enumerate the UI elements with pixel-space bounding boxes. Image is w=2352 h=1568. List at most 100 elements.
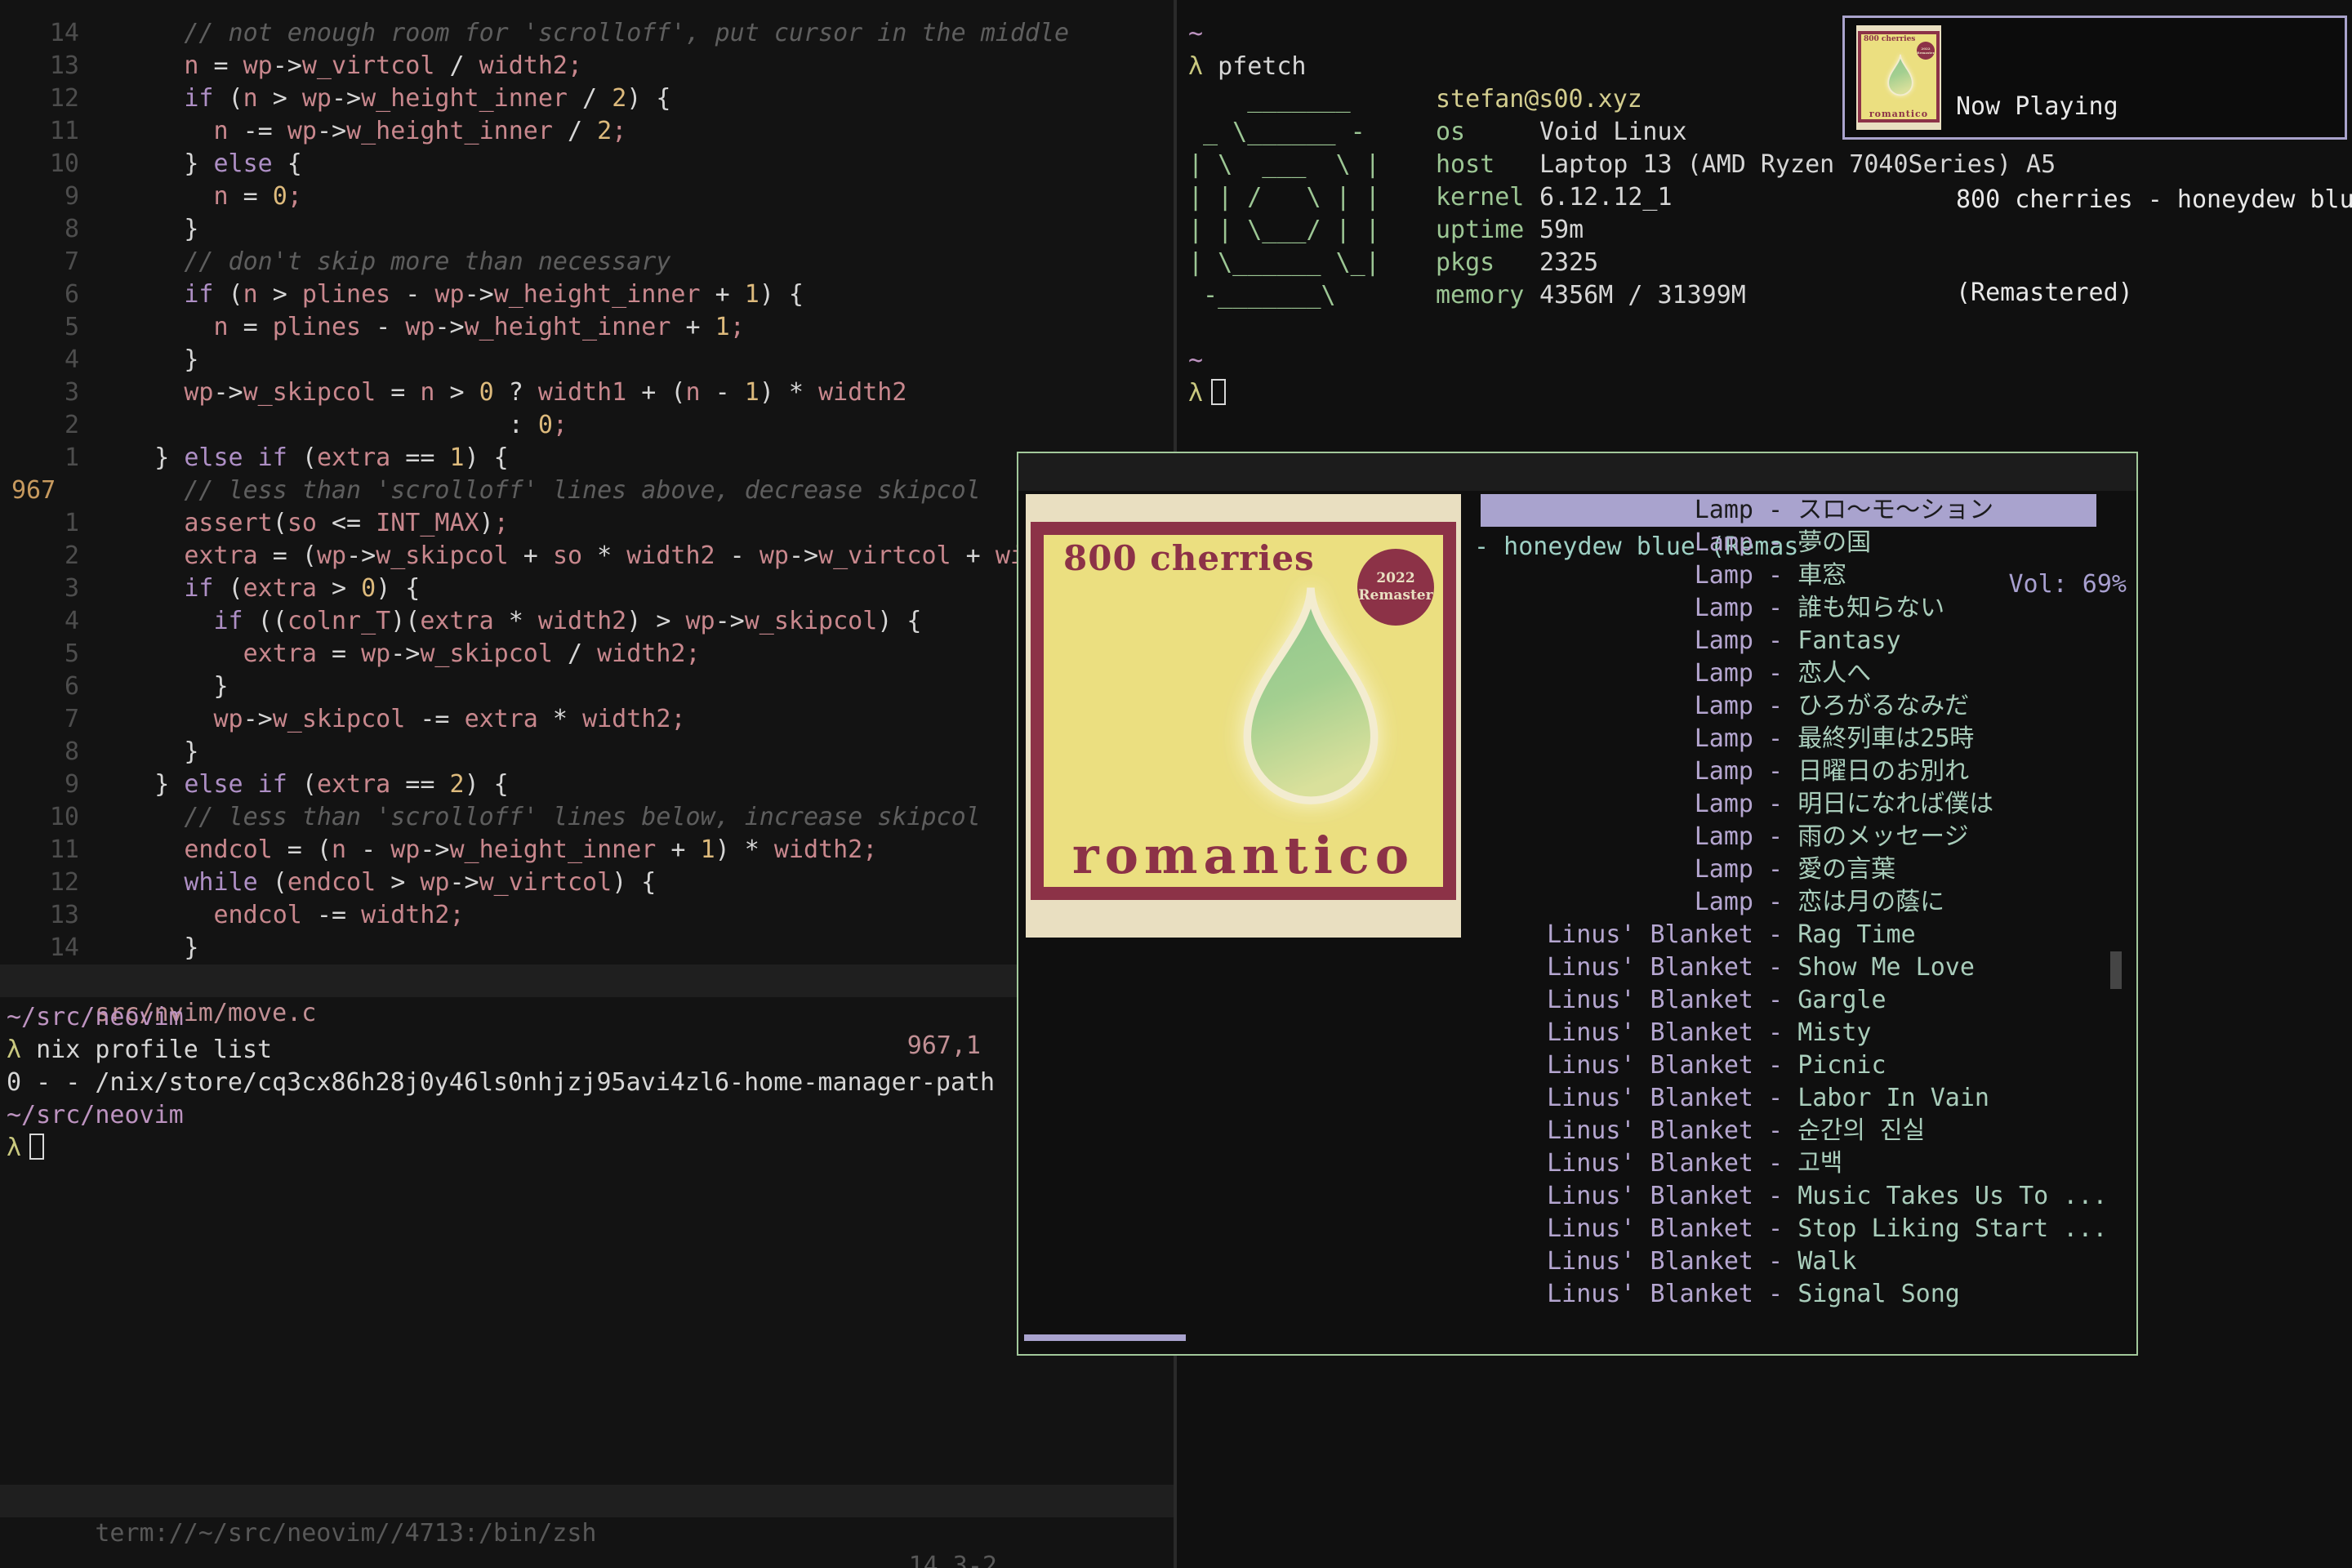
- code-line[interactable]: 4 }: [0, 344, 1174, 376]
- player-titlebar: [Playing] herries - honeydew blue (Remas…: [1018, 453, 2136, 491]
- queue-item-title: Stop Liking Start ...: [1797, 1214, 2107, 1243]
- queue-item-artist: Linus' Blanket: [1481, 1245, 1753, 1278]
- code-line[interactable]: 2 : 0;: [0, 409, 1174, 442]
- progress-bar[interactable]: [1024, 1334, 1186, 1341]
- line-number: 6: [0, 278, 96, 311]
- code-line[interactable]: 6 if (n > plines - wp->w_height_inner + …: [0, 278, 1174, 311]
- code-line[interactable]: 2 extra = (wp->w_skipcol + so * width2 -…: [0, 540, 1174, 572]
- queue-item-title: Gargle: [1797, 986, 1886, 1014]
- code-line[interactable]: 1 } else if (extra == 1) {: [0, 442, 1174, 474]
- queue-item[interactable]: Linus' Blanket - Show Me Love: [1481, 951, 2096, 984]
- line-number: 12: [0, 866, 96, 899]
- queue-item-artist: Linus' Blanket: [1481, 1115, 1753, 1147]
- terminal-line[interactable]: ~/src/neovim: [7, 1099, 995, 1132]
- code-area[interactable]: 14 // not enough room for 'scrolloff', p…: [0, 17, 1174, 964]
- code-line[interactable]: 1 assert(so <= INT_MAX);: [0, 507, 1174, 540]
- code-line[interactable]: 3 wp->w_skipcol = n > 0 ? width1 + (n - …: [0, 376, 1174, 409]
- queue-item[interactable]: Lamp - スロ〜モ〜ション: [1481, 494, 2096, 527]
- terminal-buffer[interactable]: ~/src/neovimλ nix profile list0 - - /nix…: [7, 1001, 995, 1165]
- queue-scrollbar-thumb[interactable]: [2110, 951, 2122, 989]
- queue-item[interactable]: Linus' Blanket - Gargle: [1481, 984, 2096, 1017]
- queue-item-title: Fantasy: [1797, 626, 1900, 655]
- shell-prompt[interactable]: λ: [1188, 377, 1226, 410]
- queue-item-title: 夢の国: [1797, 528, 1871, 557]
- queue-item[interactable]: Lamp - 車窓: [1481, 559, 2096, 592]
- queue-item[interactable]: Lamp - 愛の言葉: [1481, 853, 2096, 886]
- code-line[interactable]: 8 }: [0, 213, 1174, 246]
- notification-song-suffix: (Remastered): [1956, 278, 2352, 309]
- notification-album-thumbnail: 800 cherries 2022 Remaster: [1856, 25, 1941, 130]
- queue-item-artist: Lamp: [1481, 625, 1753, 657]
- queue-item[interactable]: Linus' Blanket - 고백: [1481, 1147, 2096, 1180]
- queue-item[interactable]: Lamp - 恋は月の蔭に: [1481, 886, 2096, 919]
- code-line[interactable]: 11 n -= wp->w_height_inner / 2;: [0, 115, 1174, 148]
- line-number: 7: [0, 246, 96, 278]
- queue-item[interactable]: Linus' Blanket - Labor In Vain: [1481, 1082, 2096, 1115]
- code-line[interactable]: 7 // don't skip more than necessary: [0, 246, 1174, 278]
- queue-item[interactable]: Lamp - 夢の国: [1481, 527, 2096, 559]
- terminal-line[interactable]: λ nix profile list: [7, 1034, 995, 1067]
- queue-item-title: Misty: [1797, 1018, 1871, 1047]
- queue-item-artist: Linus' Blanket: [1481, 1147, 1753, 1180]
- queue-item[interactable]: Lamp - 誰も知らない: [1481, 592, 2096, 625]
- queue-item[interactable]: Linus' Blanket - Music Takes Us To ...: [1481, 1180, 2096, 1213]
- code-line[interactable]: 6 }: [0, 670, 1174, 703]
- queue-item[interactable]: Linus' Blanket - Picnic: [1481, 1049, 2096, 1082]
- now-playing-notification[interactable]: 800 cherries 2022 Remaster: [1842, 16, 2347, 140]
- queue-item[interactable]: Lamp - ひろがるなみだ: [1481, 690, 2096, 723]
- queue-item-title: Picnic: [1797, 1051, 1886, 1080]
- queue-item[interactable]: Linus' Blanket - 순간의 진실: [1481, 1115, 2096, 1147]
- queue-item[interactable]: Lamp - 最終列車は25時: [1481, 723, 2096, 755]
- terminal-cursor: [29, 1134, 44, 1160]
- queue-item-artist: Linus' Blanket: [1481, 1278, 1753, 1311]
- code-line[interactable]: 7 wp->w_skipcol -= extra * width2;: [0, 703, 1174, 736]
- queue-item[interactable]: Linus' Blanket - Stop Liking Start ...: [1481, 1213, 2096, 1245]
- queue-item-artist: Lamp: [1481, 788, 1753, 821]
- music-player-window: [Playing] herries - honeydew blue (Remas…: [1017, 452, 2138, 1356]
- code-line[interactable]: 14 // not enough room for 'scrolloff', p…: [0, 17, 1174, 50]
- code-line[interactable]: 11 endcol = (n - wp->w_height_inner + 1)…: [0, 834, 1174, 866]
- code-line[interactable]: 967 // less than 'scrolloff' lines above…: [0, 474, 1174, 507]
- queue-item-artist: Lamp: [1481, 527, 1753, 559]
- terminal-line[interactable]: 0 - - /nix/store/cq3cx86h28j0y46ls0nhjzj…: [7, 1067, 995, 1099]
- queue-item[interactable]: Linus' Blanket - Walk: [1481, 1245, 2096, 1278]
- queue-item-title: ひろがるなみだ: [1797, 692, 1969, 720]
- code-line[interactable]: 14 }: [0, 932, 1174, 964]
- queue-item-title: Signal Song: [1797, 1280, 1960, 1308]
- terminal-line[interactable]: λ: [7, 1132, 995, 1165]
- code-line[interactable]: 12 if (n > wp->w_height_inner / 2) {: [0, 82, 1174, 115]
- play-queue: Lamp - スロ〜モ〜ションLamp - 夢の国Lamp - 車窓Lamp -…: [1018, 494, 2136, 1311]
- queue-item[interactable]: Linus' Blanket - Signal Song: [1481, 1278, 2096, 1311]
- queue-item-artist: Lamp: [1481, 886, 1753, 919]
- line-number: 13: [0, 899, 96, 932]
- queue-item-title: 雨のメッセージ: [1797, 822, 1968, 851]
- code-line[interactable]: 10 // less than 'scrolloff' lines below,…: [0, 801, 1174, 834]
- code-line[interactable]: 9 n = 0;: [0, 180, 1174, 213]
- nvim-pane: 14 // not enough room for 'scrolloff', p…: [0, 0, 1174, 1568]
- code-line[interactable]: 9 } else if (extra == 2) {: [0, 768, 1174, 801]
- line-number: 11: [0, 834, 96, 866]
- terminal-line[interactable]: ~/src/neovim: [7, 1001, 995, 1034]
- queue-item[interactable]: Lamp - 雨のメッセージ: [1481, 821, 2096, 853]
- queue-item-artist: Linus' Blanket: [1481, 1049, 1753, 1082]
- queue-item-artist: Linus' Blanket: [1481, 1017, 1753, 1049]
- queue-item[interactable]: Lamp - Fantasy: [1481, 625, 2096, 657]
- queue-item-title: 恋は月の蔭に: [1797, 888, 1944, 916]
- queue-item[interactable]: Lamp - 日曜日のお別れ: [1481, 755, 2096, 788]
- code-line[interactable]: 5 n = plines - wp->w_height_inner + 1;: [0, 311, 1174, 344]
- queue-item[interactable]: Linus' Blanket - Rag Time: [1481, 919, 2096, 951]
- code-line[interactable]: 4 if ((colnr_T)(extra * width2) > wp->w_…: [0, 605, 1174, 638]
- code-line[interactable]: 5 extra = wp->w_skipcol / width2;: [0, 638, 1174, 670]
- queue-item[interactable]: Lamp - 明日になれば僕は: [1481, 788, 2096, 821]
- terminal-cursor-position: 14,3-2: [909, 1550, 997, 1568]
- code-line[interactable]: 8 }: [0, 736, 1174, 768]
- queue-item[interactable]: Linus' Blanket - Misty: [1481, 1017, 2096, 1049]
- line-number: 6: [0, 670, 96, 703]
- code-line[interactable]: 10 } else {: [0, 148, 1174, 180]
- code-line[interactable]: 13 n = wp->w_virtcol / width2;: [0, 50, 1174, 82]
- line-number: 3: [0, 376, 96, 409]
- queue-item[interactable]: Lamp - 恋人へ: [1481, 657, 2096, 690]
- code-line[interactable]: 3 if (extra > 0) {: [0, 572, 1174, 605]
- code-line[interactable]: 13 endcol -= width2;: [0, 899, 1174, 932]
- code-line[interactable]: 12 while (endcol > wp->w_virtcol) {: [0, 866, 1174, 899]
